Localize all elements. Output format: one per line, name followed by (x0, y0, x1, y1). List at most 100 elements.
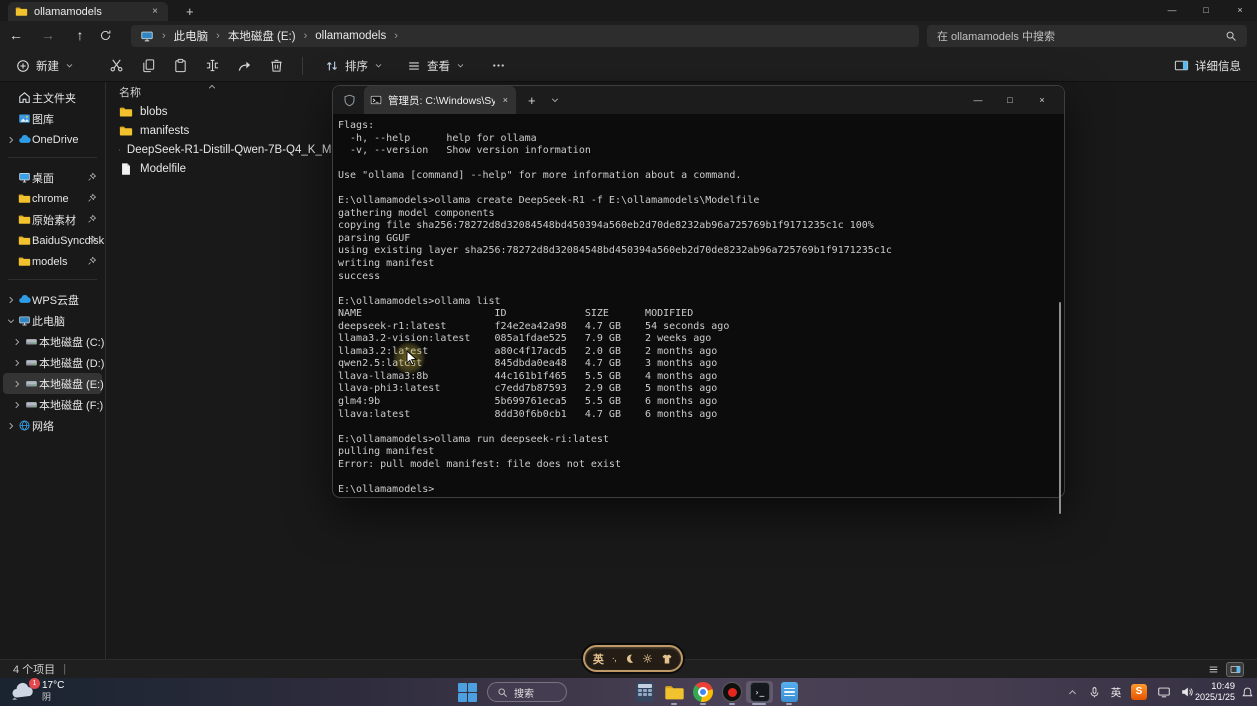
tray-notifications[interactable] (1235, 681, 1257, 703)
back-button[interactable]: ← (4, 21, 28, 50)
shirt-skin-icon[interactable] (661, 653, 673, 665)
breadcrumb-item-ollamamodels[interactable]: ollamamodels (315, 30, 386, 42)
sidebar-item-onedrive[interactable]: OneDrive (3, 129, 102, 150)
chevron-right-icon[interactable] (12, 337, 22, 347)
sidebar-item-models[interactable]: models (3, 251, 102, 272)
taskbar-file-explorer[interactable] (662, 681, 686, 703)
taskbar-notepad[interactable] (777, 681, 801, 703)
start-button[interactable] (455, 681, 479, 703)
sort-button[interactable]: 排序 (325, 58, 383, 74)
taskbar-recorder[interactable] (720, 681, 744, 703)
chevron-down-icon (456, 61, 465, 70)
folder-icon (119, 124, 133, 138)
maximize-button[interactable]: □ (1189, 0, 1223, 21)
sidebar-item-network[interactable]: 网络 (3, 415, 102, 436)
share-button[interactable] (228, 58, 260, 73)
cloud-icon (18, 293, 31, 306)
moon-icon[interactable] (624, 653, 635, 664)
chevron-right-icon[interactable] (12, 358, 22, 368)
chevron-right-icon[interactable] (6, 421, 16, 431)
file-row-gguf[interactable]: DeepSeek-R1-Distill-Qwen-7B-Q4_K_M.gguf (107, 140, 357, 159)
view-button-label: 查看 (427, 58, 450, 74)
file-row-manifests[interactable]: manifests (107, 121, 357, 140)
sidebar-item-this-pc[interactable]: 此电脑 (3, 310, 102, 331)
ime-punctuation-button[interactable]: ·, (612, 653, 616, 664)
tray-ime-language[interactable]: 英 (1104, 681, 1128, 703)
sidebar-item-drive-e[interactable]: 本地磁盘 (E:) (3, 373, 102, 394)
sort-button-label: 排序 (345, 58, 368, 74)
copy-button[interactable] (132, 58, 164, 73)
chevron-right-icon[interactable] (6, 295, 16, 305)
details-view-button[interactable] (1204, 662, 1222, 677)
terminal-new-tab-button[interactable]: + (528, 93, 536, 108)
chevron-down-icon[interactable] (6, 316, 16, 326)
chevron-right-icon[interactable] (6, 135, 16, 145)
forward-button[interactable]: → (36, 21, 60, 50)
taskbar-chrome[interactable] (691, 681, 715, 703)
breadcrumb-item-this-pc[interactable]: 此电脑 (174, 28, 209, 44)
terminal-tab-close-icon[interactable]: × (501, 95, 510, 105)
tray-microphone[interactable] (1082, 681, 1106, 703)
sidebar-item-wps-cloud[interactable]: WPS云盘 (3, 289, 102, 310)
minimize-button[interactable]: — (1155, 0, 1189, 21)
file-row-blobs[interactable]: blobs (107, 102, 357, 121)
terminal-title-bar[interactable]: 管理员: C:\Windows\System32 × + — □ × (333, 86, 1064, 114)
terminal-tab-dropdown-button[interactable] (550, 95, 560, 105)
new-tab-button[interactable]: + (180, 2, 200, 21)
sidebar-item-gallery[interactable]: 图库 (3, 108, 102, 129)
weather-widget[interactable]: 1 17°C 阴 (10, 680, 64, 702)
sidebar-item-home[interactable]: 主文件夹 (3, 87, 102, 108)
new-button-label: 新建 (36, 58, 59, 74)
sidebar-item-chrome[interactable]: chrome (3, 188, 102, 209)
file-icon (119, 162, 133, 176)
chevron-right-icon[interactable] (12, 379, 22, 389)
more-options-button[interactable] (491, 58, 506, 73)
cut-button[interactable] (100, 58, 132, 73)
terminal-minimize-button[interactable]: — (962, 86, 994, 114)
tray-network[interactable] (1152, 681, 1176, 703)
terminal-close-button[interactable]: × (1026, 86, 1058, 114)
sidebar-item-drive-d[interactable]: 本地磁盘 (D:) (3, 352, 102, 373)
tray-sogou[interactable]: S (1127, 681, 1151, 703)
terminal-window: 管理员: C:\Windows\System32 × + — □ × Flags… (332, 85, 1065, 498)
paste-button[interactable] (164, 58, 196, 73)
icons-view-button[interactable] (1226, 662, 1244, 677)
explorer-tab[interactable]: ollamamodels × (8, 2, 168, 21)
address-bar[interactable]: › 此电脑 › 本地磁盘 (E:) › ollamamodels › (131, 25, 919, 47)
search-icon (1225, 30, 1237, 42)
terminal-tab[interactable]: 管理员: C:\Windows\System32 × (364, 86, 516, 114)
terminal-body[interactable]: Flags: -h, --help help for ollama -v, --… (333, 114, 1064, 498)
sidebar-item-drive-f[interactable]: 本地磁盘 (F:) (3, 394, 102, 415)
details-pane-button[interactable]: 详细信息 (1174, 58, 1241, 74)
file-row-modelfile[interactable]: Modelfile (107, 159, 357, 178)
search-input[interactable]: 在 ollamamodels 中搜索 (927, 25, 1247, 47)
taskbar-search[interactable]: 搜索 (487, 682, 567, 702)
up-button[interactable]: ↑ (68, 21, 92, 50)
sidebar-item-drive-c[interactable]: 本地磁盘 (C:) (3, 331, 102, 352)
rename-icon (205, 58, 220, 73)
sidebar-item-baidusyncdisk[interactable]: BaiduSyncdisk (3, 230, 102, 251)
taskbar-terminal[interactable]: ›_ (746, 681, 773, 703)
gear-icon[interactable] (642, 653, 653, 664)
sidebar-item-desktop[interactable]: 桌面 (3, 167, 102, 188)
breadcrumb-item-drive-e[interactable]: 本地磁盘 (E:) (228, 28, 296, 44)
chevron-right-icon[interactable] (12, 400, 22, 410)
view-button[interactable]: 查看 (407, 58, 465, 74)
tray-clock[interactable]: 10:49 2025/1/25 (1183, 681, 1235, 702)
column-header-name[interactable]: 名称 (119, 84, 217, 100)
sort-ascending-icon (207, 82, 217, 92)
terminal-maximize-button[interactable]: □ (994, 86, 1026, 114)
file-icon (119, 143, 120, 157)
close-button[interactable]: × (1223, 0, 1257, 21)
terminal-scrollbar[interactable] (1059, 302, 1061, 514)
refresh-button[interactable] (99, 29, 123, 43)
taskbar-calculator[interactable] (633, 681, 657, 703)
desktop-screen: ollamamodels × + — □ × ← → ↑ › 此电脑 › 本地磁… (0, 0, 1257, 706)
new-button[interactable]: 新建 (16, 58, 74, 74)
rename-button[interactable] (196, 58, 228, 73)
ime-language-button[interactable]: 英 (593, 651, 604, 667)
sidebar-item-raw-material[interactable]: 原始素材 (3, 209, 102, 230)
tab-close-icon[interactable]: × (149, 6, 161, 17)
tray-overflow-button[interactable] (1060, 681, 1084, 703)
delete-button[interactable] (260, 58, 292, 73)
